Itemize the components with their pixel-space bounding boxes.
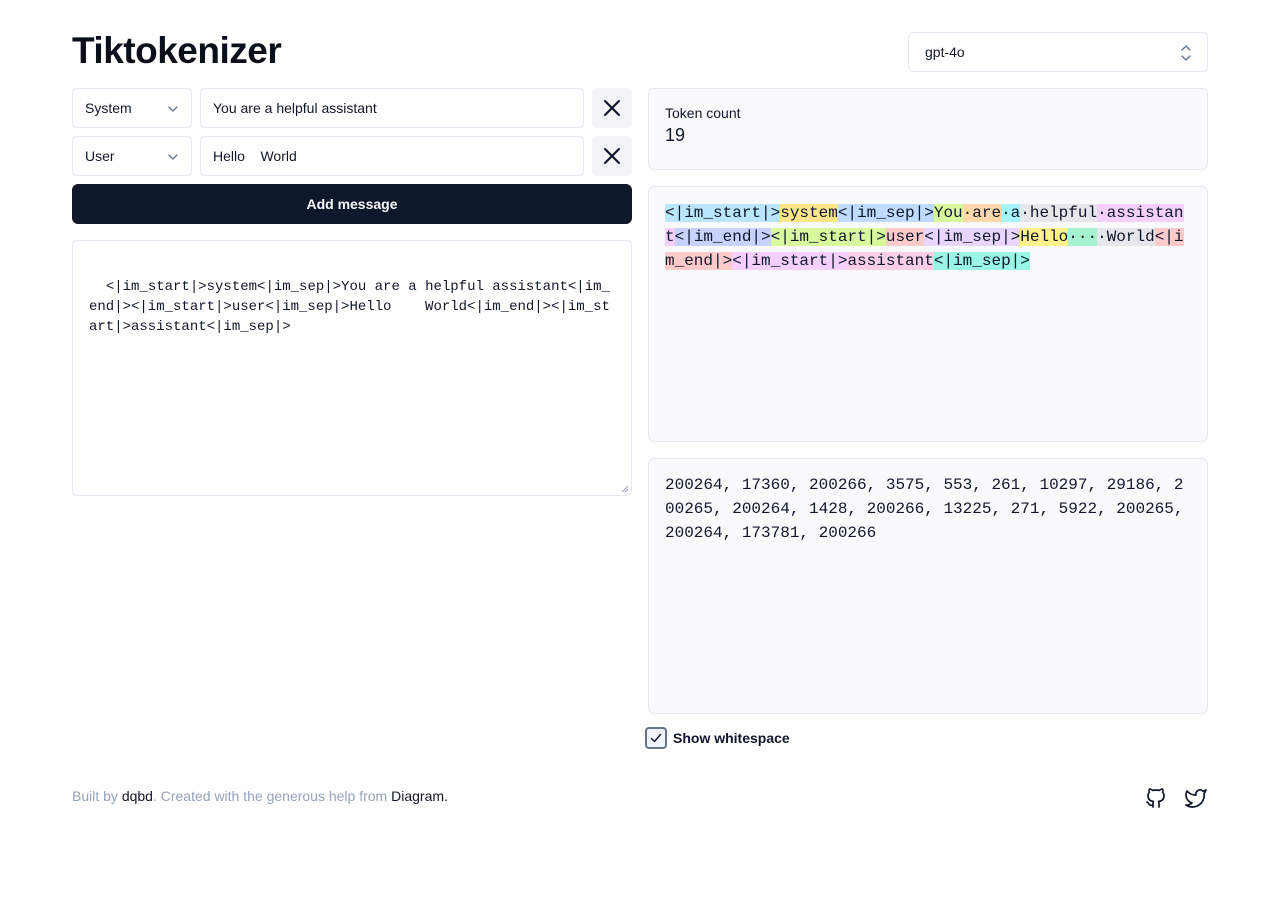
token-ids-text: 200264, 17360, 200266, 3575, 553, 261, 1… [665, 476, 1184, 542]
chevron-up-down-icon [1181, 45, 1191, 61]
add-message-button[interactable]: Add message [72, 184, 632, 224]
prompt-text: <|im_start|>system<|im_sep|>You are a he… [89, 279, 610, 335]
token-chip[interactable]: ·a [1001, 204, 1021, 222]
token-chip[interactable]: <|im_sep|> [933, 252, 1030, 270]
message-content-input[interactable]: You are a helpful assistant [200, 88, 584, 128]
model-select-value: gpt-4o [925, 44, 965, 60]
footer-built-by: Built by [72, 788, 122, 804]
chevron-down-icon [168, 106, 178, 112]
token-chip[interactable]: ·helpful [1020, 204, 1098, 222]
close-icon [603, 147, 621, 165]
token-chip[interactable]: <|im_end|> [674, 228, 771, 246]
resize-handle-icon[interactable] [619, 483, 629, 493]
role-select-value: User [85, 148, 115, 164]
token-chip[interactable]: <|im_start|> [665, 204, 781, 222]
token-count-panel: Token count 19 [648, 88, 1208, 170]
token-count-label: Token count [665, 105, 741, 121]
token-chip[interactable]: ··· [1068, 228, 1098, 246]
check-icon [650, 733, 662, 743]
token-chip[interactable]: <|im_sep|> [837, 204, 934, 222]
token-chip[interactable]: user [885, 228, 925, 246]
token-chip[interactable]: ·are [962, 204, 1002, 222]
token-chip[interactable]: <|im_sep|> [924, 228, 1021, 246]
show-whitespace-checkbox[interactable] [645, 727, 667, 749]
role-select-value: System [85, 100, 132, 116]
footer-end: . [444, 788, 448, 804]
token-chip[interactable]: <|im_start|> [770, 228, 886, 246]
token-chip[interactable]: ·World [1097, 228, 1155, 246]
chevron-down-icon [168, 154, 178, 160]
github-icon[interactable] [1144, 786, 1168, 810]
token-chip[interactable]: <|im_start|> [732, 252, 848, 270]
message-content-input[interactable]: Hello World [200, 136, 584, 176]
token-chip[interactable]: You [933, 204, 963, 222]
show-whitespace-label: Show whitespace [673, 730, 790, 746]
token-ids-panel: 200264, 17360, 200266, 3575, 553, 261, 1… [648, 458, 1208, 714]
diagram-link[interactable]: Diagram [391, 788, 444, 804]
app-title: Tiktokenizer [72, 30, 282, 71]
remove-message-button[interactable] [592, 88, 632, 128]
token-count-value: 19 [665, 125, 686, 145]
model-select[interactable]: gpt-4o [908, 32, 1208, 72]
close-icon [603, 99, 621, 117]
show-whitespace-toggle[interactable]: Show whitespace [645, 727, 790, 749]
twitter-icon[interactable] [1184, 786, 1208, 810]
remove-message-button[interactable] [592, 136, 632, 176]
role-select-user[interactable]: User [72, 136, 192, 176]
token-chip[interactable]: Hello [1020, 228, 1069, 246]
author-link[interactable]: dqbd [122, 788, 153, 804]
prompt-textarea[interactable]: <|im_start|>system<|im_sep|>You are a he… [72, 240, 632, 496]
token-chip[interactable]: assistant [847, 252, 934, 270]
footer-credits: Built by dqbd. Created with the generous… [72, 788, 448, 804]
footer-created-text: . Created with the generous help from [152, 788, 392, 804]
role-select-system[interactable]: System [72, 88, 192, 128]
token-chip[interactable]: system [780, 204, 838, 222]
tokenized-text-panel: <|im_start|>system<|im_sep|>You·are·a·he… [648, 186, 1208, 442]
